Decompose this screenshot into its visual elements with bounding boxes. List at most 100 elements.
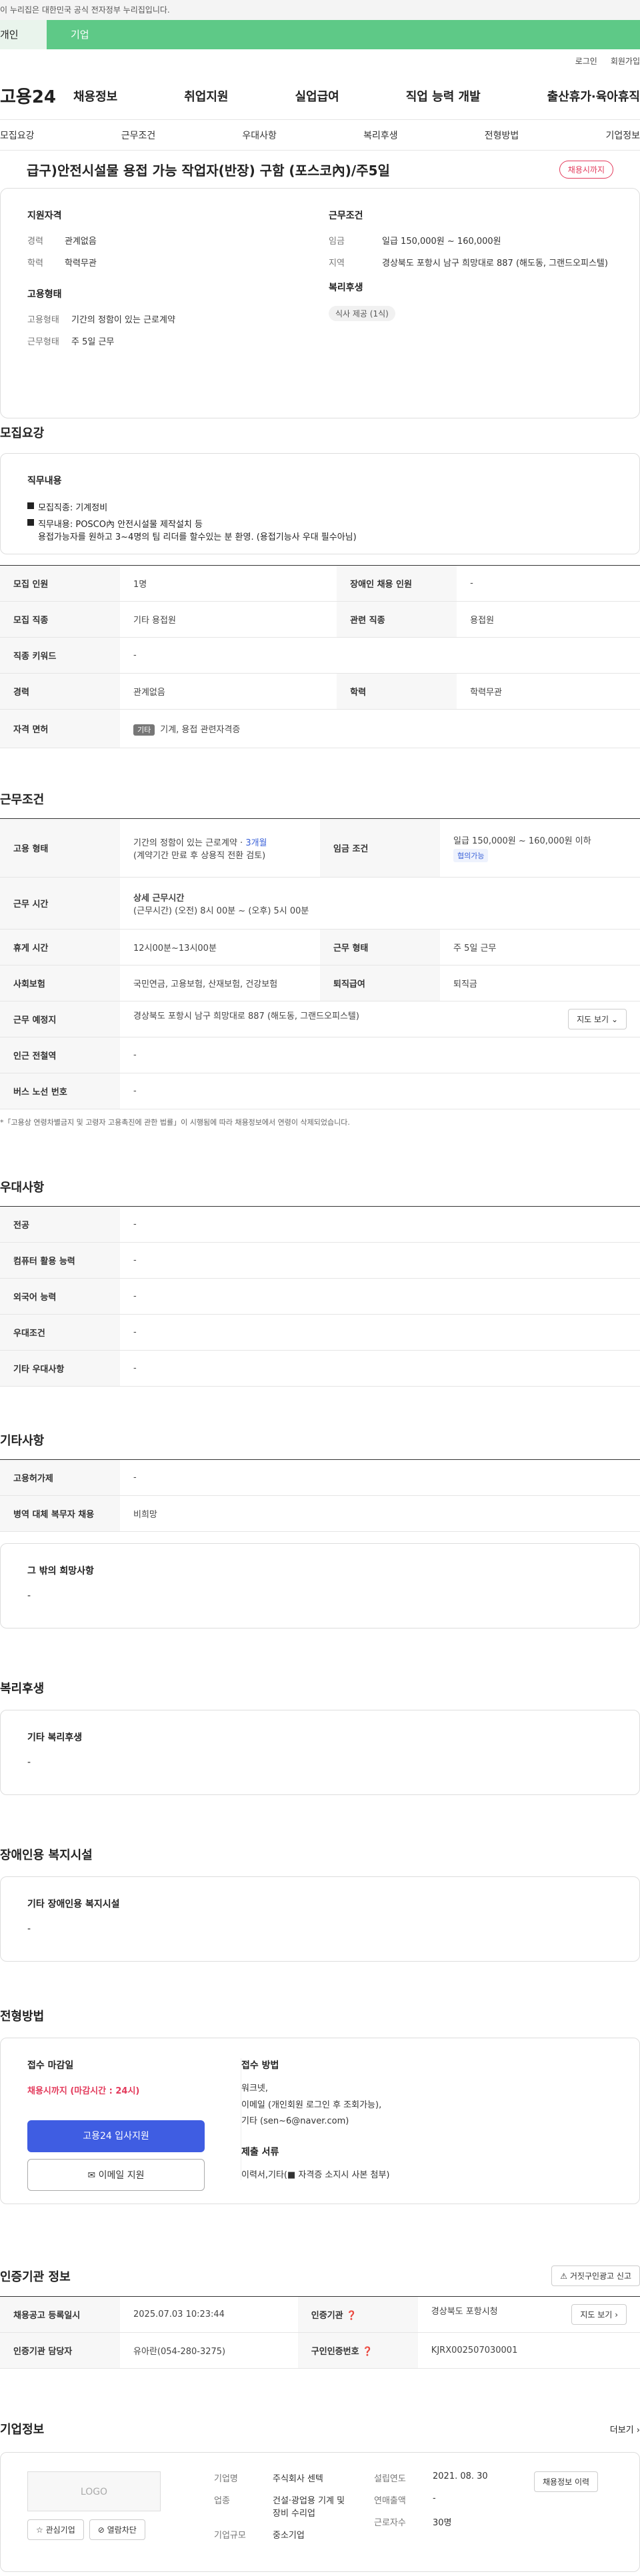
welfare-section-title: 복리후생: [0, 1682, 45, 1696]
star-icon: ☆: [36, 2525, 46, 2535]
cell-label: 컴퓨터 활용 능력: [0, 1242, 120, 1279]
wage-tag: 협의가능: [453, 849, 489, 862]
cell-label: 장애인 채용 인원: [337, 565, 457, 602]
hours-title: 상세 근무시간: [133, 893, 185, 904]
license-value: 기타 기계, 용접 관련자격증: [120, 709, 640, 748]
biz-label: 업종: [214, 2496, 230, 2506]
cell-value: -: [120, 1350, 640, 1387]
report-button-label: 거짓구인광고 신고: [569, 2271, 631, 2281]
site-logo[interactable]: 고용24: [0, 83, 73, 108]
anchor-pref[interactable]: 우대사항: [242, 129, 277, 142]
gnb-support[interactable]: 취업지원: [184, 87, 228, 105]
emptype-label: 고용형태: [27, 315, 59, 325]
gnb-training[interactable]: 직업 능력 개발: [406, 87, 481, 105]
anchor-welfare[interactable]: 복리후생: [363, 129, 398, 142]
hope-title: 그 밖의 희망사항: [27, 1566, 94, 1577]
cell-value: -: [457, 565, 640, 602]
cell-value: -: [120, 1278, 640, 1315]
cell-value: 주 5일 근무: [440, 929, 640, 966]
worktype-value: 주 5일 근무: [71, 337, 115, 347]
cell-value: -: [120, 1073, 640, 1109]
gnb-leave[interactable]: 출산휴가·육아휴직: [547, 87, 640, 105]
block-label: 열람차단: [107, 2525, 137, 2535]
signup-link[interactable]: 회원가입: [611, 55, 640, 67]
gnb-benefit[interactable]: 실업급여: [295, 87, 339, 105]
license-text: 기계, 용접 관련자격증: [160, 725, 241, 735]
emp-title: 고용형태: [27, 289, 62, 300]
cond-title: 근무조건: [329, 211, 363, 221]
etc-hope-box: 그 밖의 희망사항 -: [0, 1543, 640, 1628]
org-map-label: 지도 보기: [580, 2310, 613, 2319]
map-button[interactable]: 지도 보기 ⌄: [568, 1009, 627, 1029]
cell-label: 외국어 능력: [0, 1278, 120, 1315]
disabled-box-title: 기타 장애인용 복지시설: [27, 1899, 120, 1910]
disabled-section-title: 장애인용 복지시설: [0, 1848, 93, 1862]
area-label: 지역: [329, 259, 345, 269]
company-logo: LOGO: [27, 2471, 161, 2511]
sales-value: -: [433, 2493, 436, 2503]
disabled-box-value: -: [27, 1924, 31, 1934]
emp-text: 기간의 정함이 있는 근로계약 ·: [133, 838, 246, 848]
report-button[interactable]: ⚠ 거짓구인광고 신고: [551, 2265, 640, 2286]
cell-label: 임금 조건: [320, 818, 440, 878]
emp-note: (계약기간 만료 후 상용직 전환 검토): [133, 850, 266, 861]
career-label: 경력: [27, 237, 43, 247]
block-button[interactable]: ⊘ 열람차단: [89, 2519, 145, 2540]
info-icon[interactable]: ❓: [346, 2311, 357, 2321]
cell-label: 인증기관 담당자: [0, 2332, 120, 2369]
year-label: 설립연도: [374, 2474, 406, 2484]
duty-title: 직무내용: [27, 476, 62, 486]
fav-button[interactable]: ☆ 관심기업: [27, 2519, 84, 2540]
login-link[interactable]: 로그인: [575, 55, 597, 67]
company-box: LOGO ☆ 관심기업 ⊘ 열람차단 기업명 주식회사 센텍 업종 건설·광업용 기…: [0, 2452, 640, 2572]
block-icon: ⊘: [97, 2525, 107, 2535]
hours-cell: 상세 근무시간 (근무시간) (오전) 8시 00분 ~ (오후) 5시 00분: [120, 877, 640, 930]
info-icon[interactable]: ❓: [362, 2347, 373, 2357]
anchor-company[interactable]: 기업정보: [605, 129, 640, 142]
chevron-right-icon: ›: [615, 2310, 618, 2319]
map-button-label: 지도 보기: [577, 1015, 609, 1024]
welfare-chip: 식사 제공 (1식): [329, 306, 395, 321]
cell-label: 고용허가제: [0, 1459, 120, 1496]
gnb-jobs[interactable]: 채용정보: [73, 87, 117, 105]
auth-table: 채용공고 등록일시 2025.07.03 10:23:44 인증기관 ❓ 경상북…: [0, 2296, 640, 2369]
apply-button[interactable]: 고용24 입사지원: [27, 2120, 205, 2152]
org-map-button[interactable]: 지도 보기 ›: [571, 2304, 627, 2325]
cell-label: 우대조건: [0, 1314, 120, 1351]
job-title: 급구)안전시설물 용접 가능 작업자(반장) 구함 (포스코內)/주5일: [27, 162, 390, 179]
welfare-title: 복리후생: [329, 283, 363, 293]
cell-label: 고용 형태: [0, 818, 120, 878]
cell-label: 병역 대체 복무자 채용: [0, 1495, 120, 1532]
email-apply-button[interactable]: ✉ 이메일 지원: [27, 2159, 205, 2191]
edu-value: 학력무관: [65, 259, 97, 269]
cell-label: 인증기관 ❓: [297, 2296, 418, 2333]
size-label: 기업규모: [214, 2531, 246, 2541]
cell-label: 기타 우대사항: [0, 1350, 120, 1387]
tab-personal[interactable]: 개인: [0, 20, 47, 49]
cell-label: 모집 인원: [0, 565, 120, 602]
history-button[interactable]: 채용정보 이력: [534, 2471, 599, 2492]
cell-value: 2025.07.03 10:23:44: [120, 2296, 298, 2333]
deadline-value: 채용시까지 (마감시간 : 24시): [27, 2086, 140, 2096]
anchor-select[interactable]: 전형방법: [485, 129, 519, 142]
cell-label: 근무 형태: [320, 929, 440, 966]
cell-label: 채용공고 등록일시: [0, 2296, 120, 2333]
cell-value: 퇴직금: [440, 965, 640, 1001]
cell-value: 1명: [120, 565, 337, 602]
mail-icon: ✉: [87, 2170, 99, 2181]
cell-value: 12시00분~13시00분: [120, 929, 320, 966]
anchor-recruit[interactable]: 모집요강: [0, 129, 35, 142]
cell-label: 사회보험: [0, 965, 120, 1001]
company-more-link[interactable]: 더보기 ›: [610, 2423, 640, 2435]
wage-value: 일급 150,000원 ~ 160,000원: [382, 237, 501, 247]
cell-label: 휴게 시간: [0, 929, 120, 966]
anchor-work[interactable]: 근무조건: [121, 129, 156, 142]
deadline-badge: 채용시까지: [559, 160, 613, 179]
select-section-title: 전형방법: [0, 2010, 45, 2024]
tab-company[interactable]: 기업: [47, 20, 640, 49]
cell-label: 관련 직종: [337, 601, 457, 638]
hours-value: (근무시간) (오전) 8시 00분 ~ (오후) 5시 00분: [133, 906, 309, 916]
cell-label: 경력: [0, 673, 120, 710]
duty-item: 직무내용: POSCO內 안전시설물 제작설치 등 용접가능자를 원하고 3~4…: [27, 517, 613, 542]
biz-value: 건설·광업용 기계 및 장비 수리업: [273, 2496, 345, 2519]
